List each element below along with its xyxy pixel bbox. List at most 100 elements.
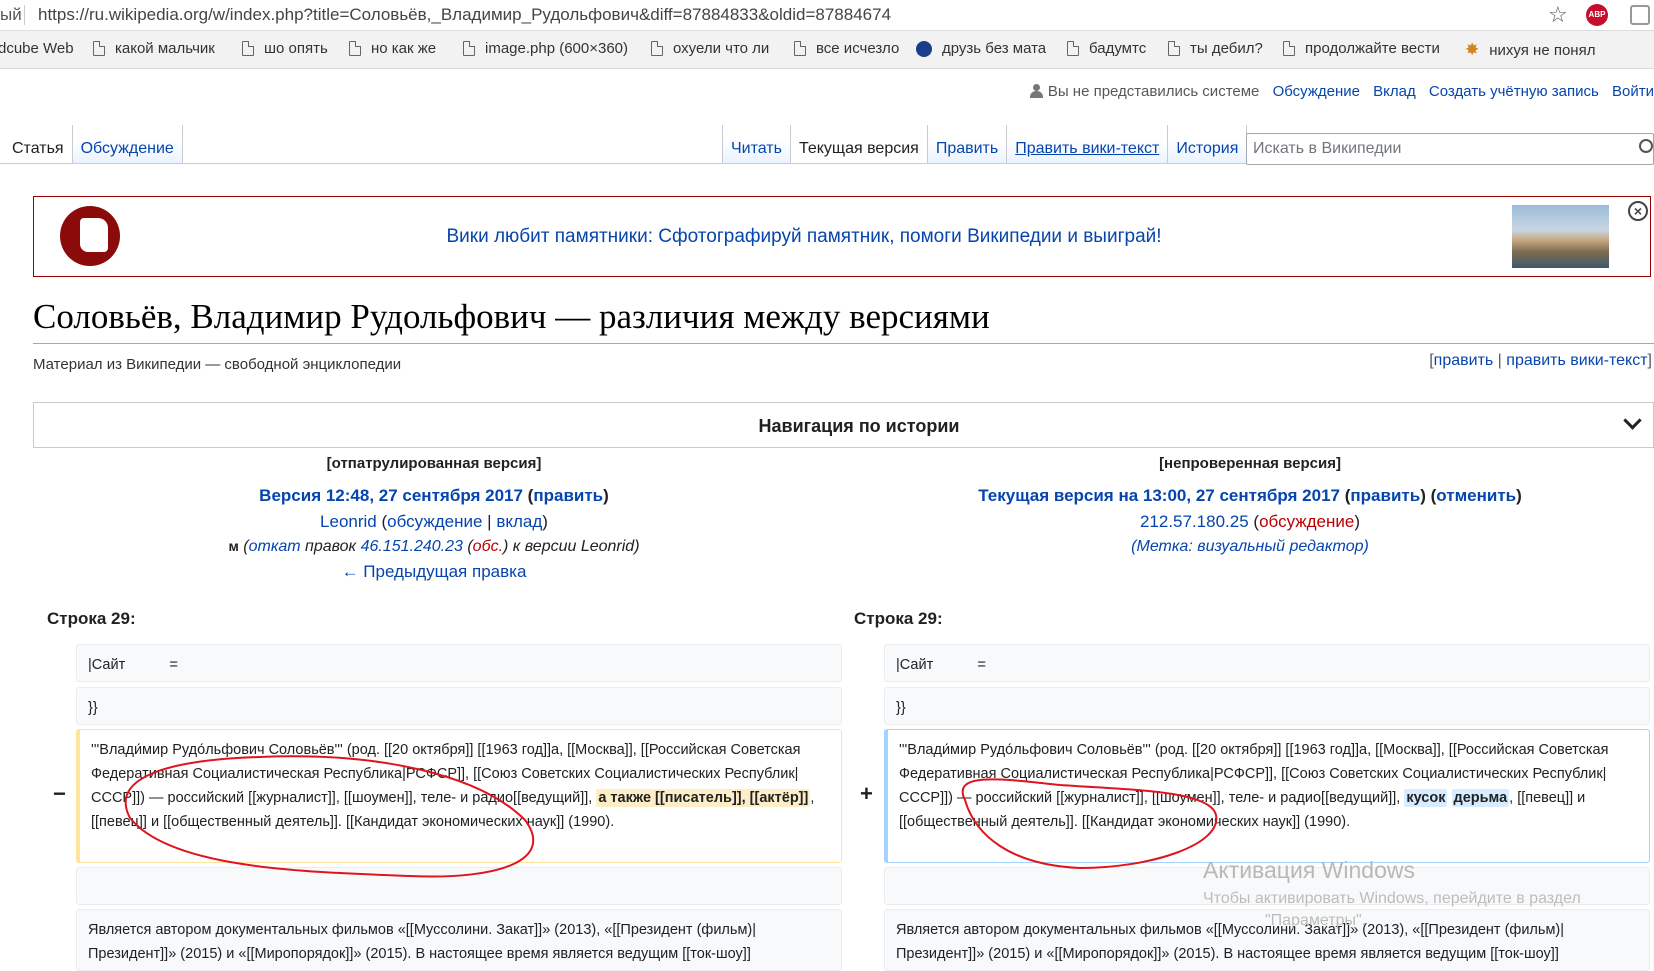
undo-link[interactable]: отменить: [1436, 486, 1516, 505]
bookmark-4[interactable]: image.php (600×360): [463, 40, 628, 57]
bookmark-star-icon[interactable]: ☆: [1548, 2, 1568, 28]
old-user-link[interactable]: Leonrid: [320, 512, 377, 531]
diff-context-cell: }}: [76, 687, 842, 725]
added-highlight: кусок: [1404, 789, 1448, 807]
old-revision-edit-link[interactable]: править: [533, 486, 603, 505]
bookmark-1[interactable]: какой мальчик: [93, 40, 215, 57]
page-title: Соловьёв, Владимир Рудольфович — различи…: [33, 297, 990, 336]
bookmark-label: все исчезло: [816, 40, 900, 57]
bookmark-label: нихуя не понял: [1489, 41, 1596, 59]
current-revision-link[interactable]: Текущая версия на 13:00, 27 сентября 201…: [978, 486, 1340, 505]
deleted-line-marker: −: [53, 781, 66, 806]
paren: ): [603, 486, 609, 505]
bracket-close: ]: [1647, 352, 1652, 369]
tab-edit[interactable]: Править: [927, 125, 1008, 163]
section-edit-links: [править | править вики-текст]: [1429, 352, 1652, 370]
view-tabs: Читать Текущая версия Править Править ви…: [722, 125, 1248, 163]
personal-contrib-link[interactable]: Вклад: [1373, 83, 1416, 100]
windows-activation-title: Активация Windows: [1203, 857, 1415, 883]
bookmark-10[interactable]: продолжайте вести: [1283, 40, 1440, 57]
close-icon[interactable]: ×: [1628, 201, 1648, 221]
site-icon: [916, 40, 932, 57]
page-icon: [1283, 41, 1295, 56]
paren: ): [1516, 486, 1522, 505]
tab-edit-source[interactable]: Править вики-текст: [1007, 125, 1169, 163]
namespace-tabs: Статья Обсуждение: [0, 125, 183, 163]
ip-talk-link[interactable]: обс.: [473, 538, 503, 555]
ip-link[interactable]: 46.151.240.23: [361, 538, 463, 555]
tab-history[interactable]: История: [1168, 125, 1248, 163]
bookmark-2[interactable]: шо опять: [242, 40, 328, 57]
diff-context-cell: |Сайт =: [76, 644, 842, 682]
bookmark-3[interactable]: но как же: [349, 40, 436, 57]
new-revision-header: [непроверенная версия] Текущая версия на…: [870, 455, 1630, 556]
context-text: Является автором документальных фильмов …: [88, 922, 757, 962]
old-user-talk-link[interactable]: обсуждение: [387, 512, 482, 531]
extension-menu-icon[interactable]: [1630, 5, 1650, 25]
edit-link[interactable]: править: [1434, 352, 1494, 369]
paren: ): [1420, 486, 1426, 505]
context-text: Является автором документальных фильмов …: [896, 922, 1565, 962]
diff-context-cell: |Сайт =: [884, 644, 1650, 682]
old-user-contrib-link[interactable]: вклад: [496, 512, 542, 531]
bookmark-label: охуели что ли: [673, 40, 770, 57]
bookmark-6[interactable]: все исчезло: [794, 40, 899, 57]
url-input[interactable]: https://ru.wikipedia.org/w/index.php?tit…: [38, 5, 891, 25]
create-account-link[interactable]: Создать учётную запись: [1429, 83, 1599, 100]
bookmark-label: бадумтс: [1089, 40, 1147, 57]
new-user-ip-link[interactable]: 212.57.180.25: [1140, 512, 1249, 531]
tab-current-version[interactable]: Текущая версия: [790, 125, 928, 163]
current-revision-edit-link[interactable]: править: [1350, 486, 1420, 505]
tab-discussion[interactable]: Обсуждение: [72, 125, 183, 163]
bookmark-5[interactable]: охуели что ли: [651, 40, 769, 57]
bookmark-label: друзь без мата: [942, 40, 1047, 57]
tab-article[interactable]: Статья: [0, 125, 73, 163]
context-text: }}: [896, 700, 906, 716]
login-link[interactable]: Войти: [1612, 83, 1654, 100]
bookmark-label: шо опять: [264, 40, 328, 57]
personal-tools: Вы не представились системе Обсуждение В…: [1021, 83, 1654, 100]
page-icon: [651, 41, 663, 56]
diff-empty-cell: [76, 867, 842, 905]
new-user-talk-link[interactable]: обсуждение: [1259, 512, 1354, 531]
bookmark-11[interactable]: ✸ нихуя не понял: [1465, 40, 1595, 60]
central-notice-banner: Вики любит памятники: Сфотографируй памя…: [33, 196, 1651, 277]
browser-address-bar: ый https://ru.wikipedia.org/w/index.php?…: [0, 0, 1654, 31]
search-box[interactable]: Искать в Википедии: [1246, 133, 1654, 165]
bookmark-0[interactable]: dcube Web: [0, 40, 74, 57]
edit-source-link[interactable]: править вики-текст: [1506, 352, 1647, 369]
bookmark-label: продолжайте вести: [1305, 40, 1440, 57]
bookmark-7[interactable]: друзь без мата: [916, 40, 1046, 57]
old-revision-link[interactable]: Версия 12:48, 27 сентября 2017: [259, 486, 523, 505]
previous-edit-link[interactable]: ← Предыдущая правка: [342, 562, 527, 581]
bookmark-9[interactable]: ты дебил?: [1168, 40, 1263, 57]
bookmark-label: dcube Web: [0, 40, 74, 57]
castle-photo: [1512, 205, 1609, 268]
page-icon: [242, 41, 254, 56]
right-line-number: Строка 29:: [854, 609, 943, 628]
bookmark-8[interactable]: бадумтс: [1067, 40, 1146, 57]
history-navigation-label: Навигация по истории: [758, 416, 960, 436]
search-input[interactable]: Искать в Википедии: [1253, 140, 1401, 158]
adblock-icon[interactable]: ABP: [1586, 4, 1608, 26]
windows-activation-text-2: "Параметры".: [1265, 912, 1367, 929]
search-icon[interactable]: [1639, 139, 1653, 153]
revision-status: [отпатрулированная версия]: [326, 455, 542, 472]
context-text: |Сайт =: [896, 657, 986, 673]
banner-link[interactable]: Вики любит памятники: Сфотографируй памя…: [34, 226, 1574, 248]
user-icon: [1029, 84, 1043, 98]
context-text: |Сайт =: [88, 657, 178, 673]
personal-talk-link[interactable]: Обсуждение: [1273, 83, 1360, 100]
page-icon: [93, 41, 105, 56]
star-badge-icon: ✸: [1465, 40, 1480, 59]
paren: ): [1354, 512, 1361, 531]
history-navigation[interactable]: Навигация по истории: [33, 402, 1654, 448]
added-line-marker: +: [860, 781, 873, 806]
rollback-link[interactable]: откат: [249, 538, 301, 555]
bookmark-label: ты дебил?: [1190, 40, 1263, 57]
added-highlight: дерьма: [1451, 789, 1510, 807]
tab-read[interactable]: Читать: [722, 125, 791, 163]
visual-editor-tag[interactable]: (Метка: визуальный редактор): [1131, 538, 1369, 555]
page-icon: [349, 41, 361, 56]
bookmark-label: какой мальчик: [115, 40, 215, 57]
